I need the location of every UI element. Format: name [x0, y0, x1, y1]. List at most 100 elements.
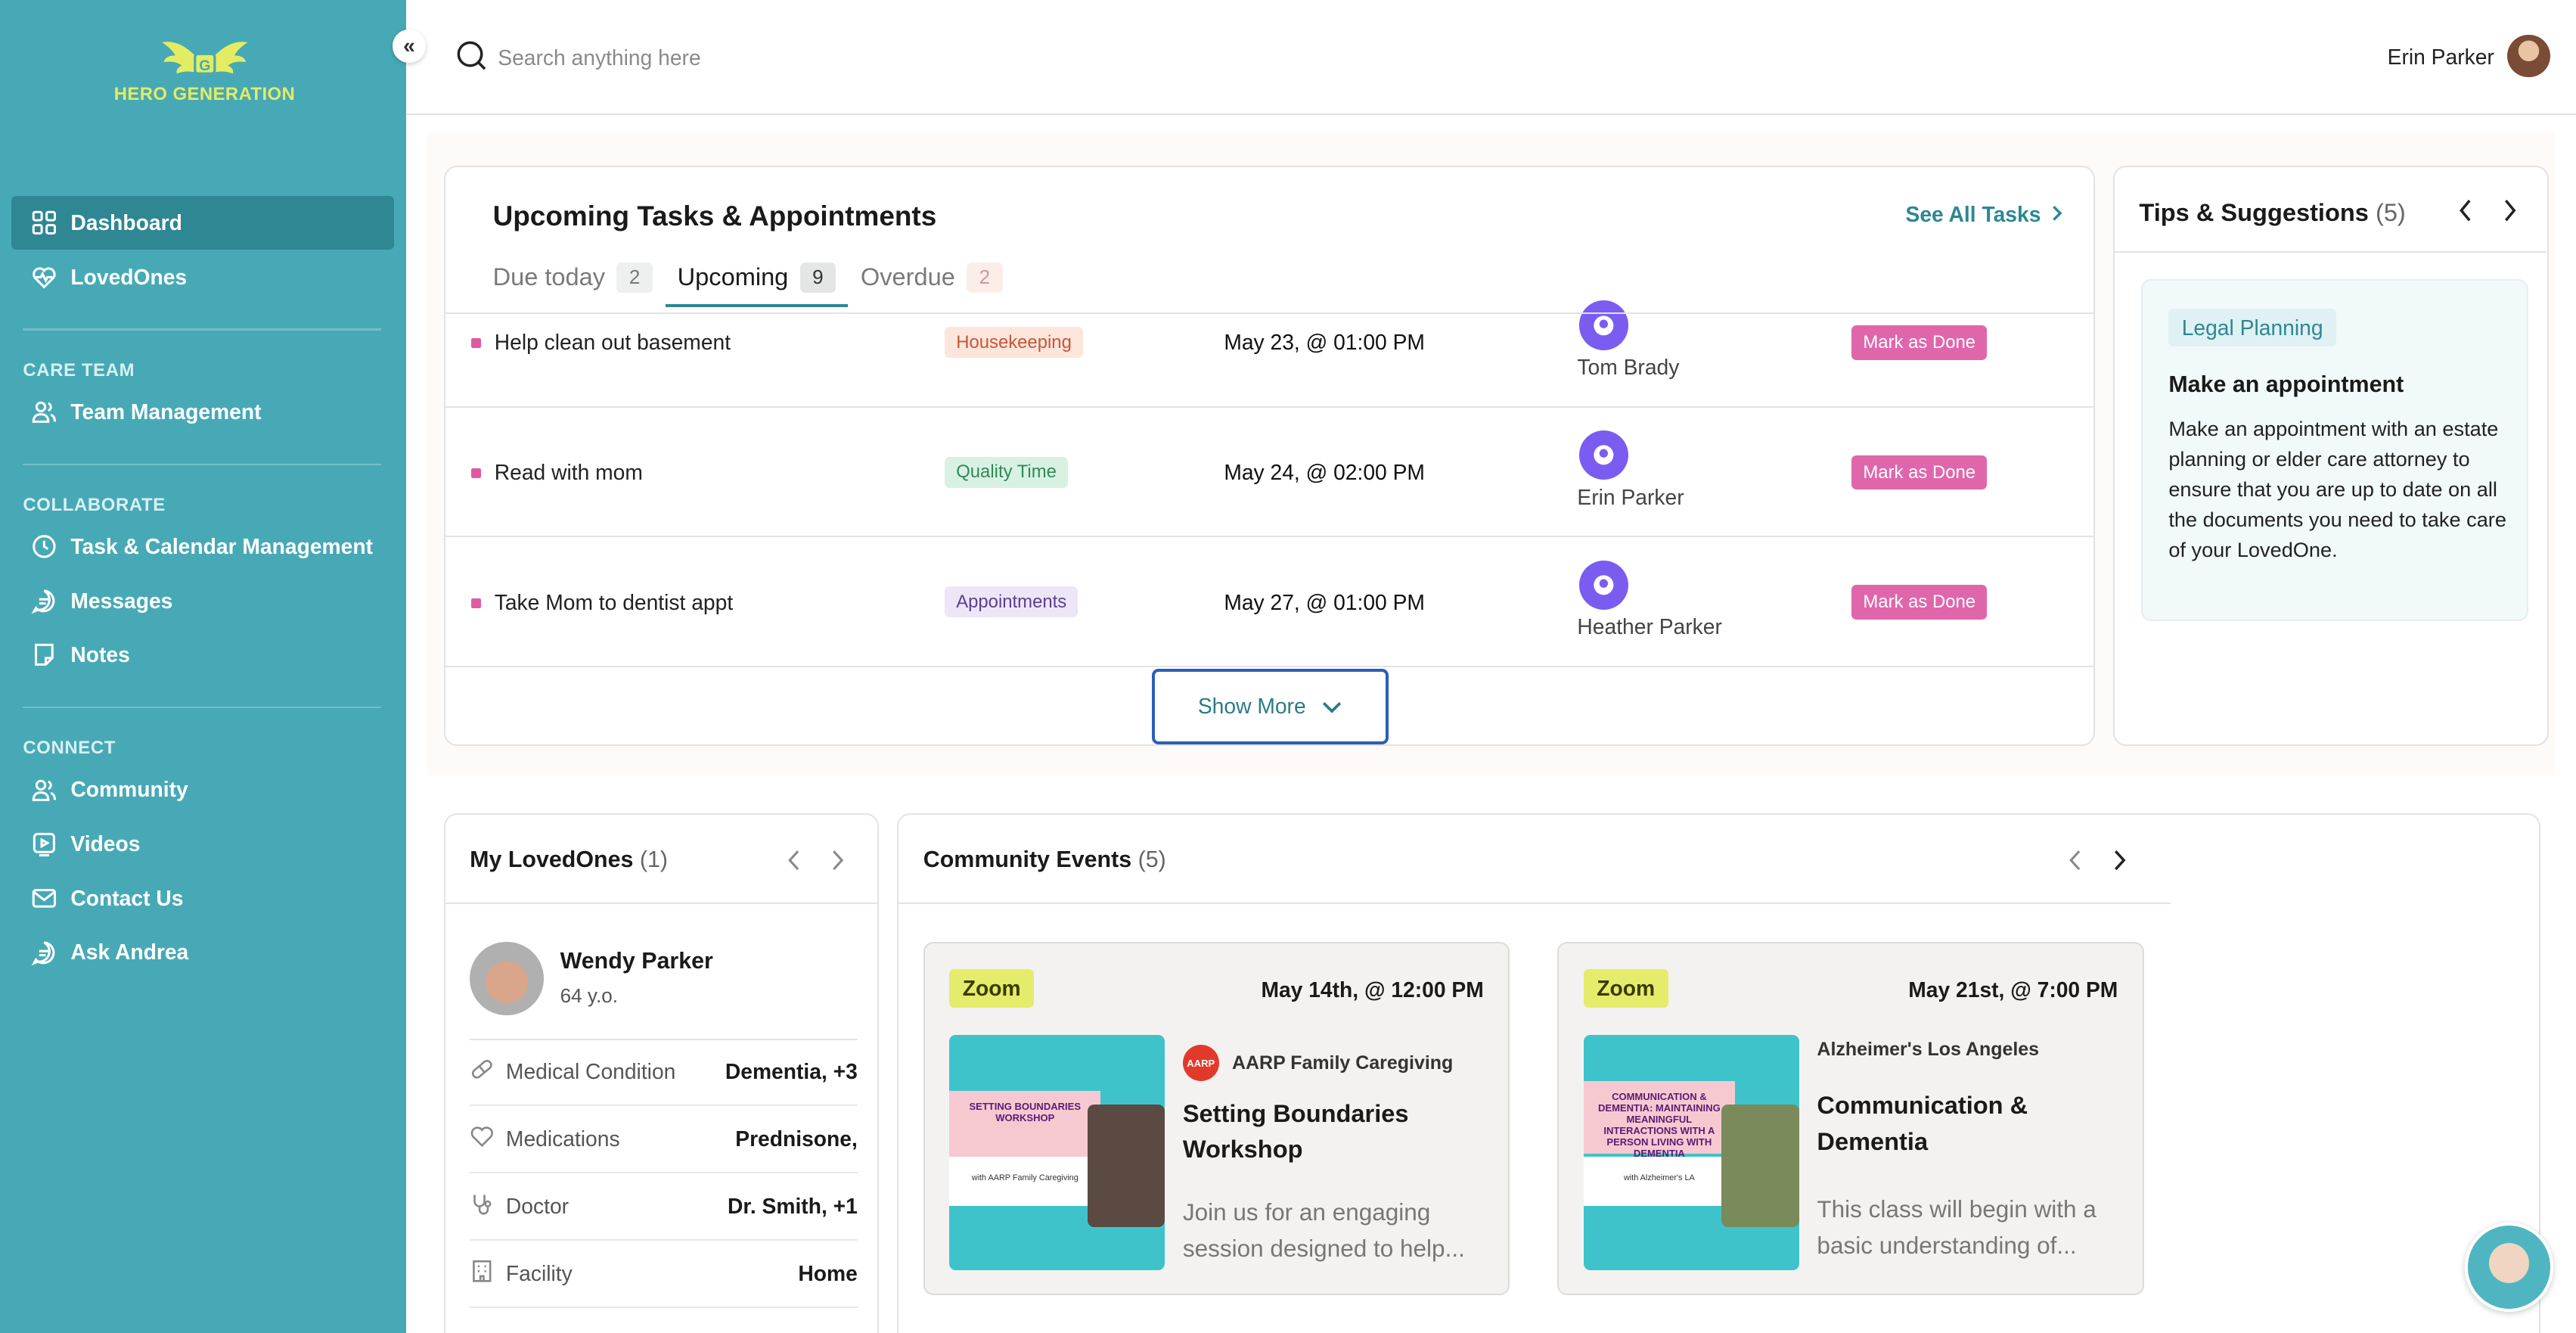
section-care-team: CARE TEAM	[23, 359, 135, 381]
event-image: SETTING BOUNDARIES WORKSHOP with AARP Fa…	[949, 1035, 1165, 1270]
user-icon	[1594, 575, 1614, 595]
lovedone-age: 64 y.o.	[560, 984, 618, 1008]
show-more-button[interactable]: Show More	[1151, 669, 1389, 744]
search-input[interactable]	[498, 41, 991, 74]
chevron-right-icon[interactable]	[2503, 199, 2518, 228]
info-label-text: Doctor	[505, 1193, 570, 1218]
assignee-avatar	[1578, 560, 1628, 610]
event-organizer-name: AARP Family Caregiving	[1231, 1052, 1454, 1074]
sidebar-item-label: Notes	[70, 642, 130, 667]
sidebar: G HERO GENERATION Dashboard LovedOnes CA…	[0, 0, 406, 1333]
lovedone-name[interactable]: Wendy Parker	[560, 948, 713, 974]
collapse-sidebar-button[interactable]: «	[393, 30, 426, 63]
section-collaborate: COLLABORATE	[23, 494, 166, 515]
info-row-facility: Facility Home	[470, 1241, 858, 1309]
assignee-name: Erin Parker	[1577, 484, 1684, 509]
avatar[interactable]	[470, 941, 544, 1016]
chevron-right-icon[interactable]	[2113, 848, 2126, 878]
info-label: Doctor	[470, 1192, 569, 1222]
sidebar-item-label: Videos	[70, 831, 141, 856]
poster-subtitle: with AARP Family Caregiving	[949, 1157, 1101, 1207]
sidebar-item-label: LovedOnes	[70, 264, 188, 289]
ask-andrea-assistant-button[interactable]	[2464, 1223, 2554, 1312]
sidebar-item-videos[interactable]: Videos	[11, 817, 394, 872]
divider	[898, 902, 2171, 904]
chevron-right-icon[interactable]	[831, 848, 844, 878]
sidebar-item-task-calendar[interactable]: Task & Calendar Management	[11, 520, 394, 574]
task-name: Read with mom	[494, 460, 643, 485]
tips-title: Tips & Suggestions (5)	[2139, 199, 2405, 227]
see-all-tasks-link[interactable]: See All Tasks	[1906, 202, 2064, 227]
info-row-doctor: Doctor Dr. Smith, +1	[470, 1173, 858, 1241]
community-events-card: Community Events (5) Zoom May 14th, @ 12…	[897, 813, 2540, 1333]
event-photo	[1721, 1104, 1799, 1228]
avatar[interactable]	[2507, 34, 2550, 78]
tip-body: Make an appointment with an estate plann…	[2168, 417, 2506, 561]
task-name: Help clean out basement	[494, 330, 731, 355]
svg-text:G: G	[199, 57, 210, 74]
brand-logo[interactable]: G HERO GENERATION	[102, 33, 308, 104]
event-image: COMMUNICATION & DEMENTIA: MAINTAINING ME…	[1583, 1035, 1799, 1270]
sidebar-item-lovedones[interactable]: LovedOnes	[11, 250, 394, 304]
chevron-left-icon[interactable]	[2069, 848, 2081, 878]
event-card[interactable]: Zoom May 21st, @ 7:00 PM COMMUNICATION &…	[1557, 941, 2144, 1295]
event-photo	[1087, 1104, 1165, 1228]
assignee-name: Tom Brady	[1577, 355, 1680, 380]
sidebar-item-notes[interactable]: Notes	[11, 628, 394, 682]
tips-title-text: Tips & Suggestions	[2139, 198, 2369, 226]
tips-nav	[2458, 199, 2517, 228]
poster-title: SETTING BOUNDARIES WORKSHOP	[949, 1091, 1101, 1157]
poster-subtitle: with Alzheimer's LA	[1583, 1157, 1735, 1207]
my-lovedones-card: My LovedOnes (1) Wendy Parker 64 y.o. Me…	[443, 813, 880, 1333]
event-date: May 21st, @ 7:00 PM	[1908, 977, 2118, 1002]
sidebar-item-messages[interactable]: Messages	[11, 573, 394, 628]
divider	[445, 312, 2093, 314]
mark-as-done-button[interactable]: Mark as Done	[1851, 585, 1988, 620]
poster-title: COMMUNICATION & DEMENTIA: MAINTAINING ME…	[1583, 1081, 1735, 1159]
event-title: Setting Boundaries Workshop	[1182, 1099, 1409, 1164]
info-label-text: Medical Condition	[505, 1058, 676, 1083]
info-label-text: Medications	[505, 1126, 620, 1151]
event-organizer-name: Alzheimer's Los Angeles	[1817, 1038, 2040, 1060]
tips-count: (5)	[2375, 198, 2406, 226]
event-organizer: Alzheimer's Los Angeles	[1817, 1039, 2039, 1061]
platform-badge: Zoom	[1583, 969, 1668, 1008]
event-card[interactable]: Zoom May 14th, @ 12:00 PM SETTING BOUNDA…	[923, 941, 1510, 1295]
category-badge: Appointments	[945, 586, 1079, 618]
sidebar-item-community[interactable]: Community	[11, 763, 394, 817]
assignee-name: Heather Parker	[1577, 614, 1722, 639]
table-row[interactable]: Help clean out basement Housekeeping May…	[445, 278, 2093, 408]
mark-as-done-button[interactable]: Mark as Done	[1851, 455, 1988, 490]
lovedones-nav	[787, 848, 845, 878]
event-date: May 14th, @ 12:00 PM	[1261, 977, 1484, 1002]
task-date: May 24, @ 02:00 PM	[1224, 460, 1425, 485]
mail-icon	[31, 885, 57, 912]
table-row[interactable]: Read with mom Quality Time May 24, @ 02:…	[445, 408, 2093, 538]
priority-dot	[471, 338, 482, 349]
chevron-right-icon	[2050, 202, 2063, 227]
event-description: Join us for an engaging session designed…	[1182, 1198, 1465, 1262]
chevron-left-icon[interactable]	[787, 848, 800, 878]
tip-card[interactable]: Legal Planning Make an appointment Make …	[2140, 279, 2529, 622]
sidebar-item-team-management[interactable]: Team Management	[11, 384, 394, 439]
topbar: Erin Parker	[405, 0, 2576, 116]
pill-icon	[470, 1057, 495, 1087]
building-icon	[470, 1259, 495, 1289]
mark-as-done-button[interactable]: Mark as Done	[1851, 325, 1988, 360]
platform-badge: Zoom	[949, 969, 1034, 1008]
assignee-avatar	[1578, 300, 1628, 350]
user-name[interactable]: Erin Parker	[2388, 45, 2494, 70]
sidebar-item-label: Messages	[70, 588, 173, 613]
tip-heading: Make an appointment	[2168, 371, 2404, 397]
divider	[445, 902, 877, 904]
sidebar-item-contact-us[interactable]: Contact Us	[11, 871, 394, 925]
chevron-left-icon[interactable]	[2458, 199, 2473, 228]
sidebar-item-dashboard[interactable]: Dashboard	[11, 195, 395, 250]
chat-icon	[31, 940, 57, 966]
lovedones-count: (1)	[639, 846, 669, 872]
events-title: Community Events (5)	[923, 847, 1166, 873]
category-badge: Quality Time	[945, 456, 1069, 488]
info-value: Prednisone,	[735, 1126, 858, 1151]
sidebar-item-ask-andrea[interactable]: Ask Andrea	[11, 925, 394, 980]
table-row[interactable]: Take Mom to dentist appt Appointments Ma…	[445, 537, 2093, 667]
